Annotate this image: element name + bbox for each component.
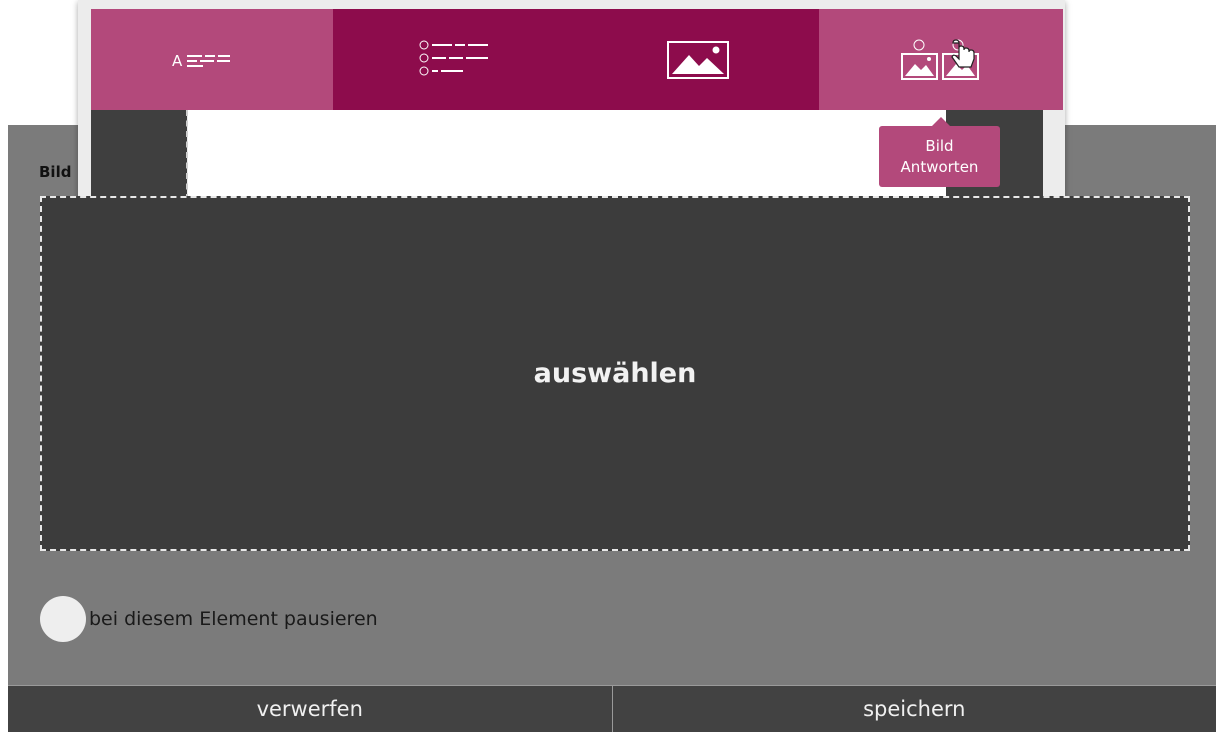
tab-text-answer[interactable]: A <box>91 9 333 110</box>
image-dropzone[interactable]: auswählen <box>40 196 1190 551</box>
dropzone-label: auswählen <box>534 358 697 389</box>
image-icon <box>667 41 729 79</box>
action-bar: verwerfen speichern <box>8 685 1216 732</box>
pause-label: bei diesem Element pausieren <box>89 608 378 630</box>
tab-image[interactable] <box>576 9 819 110</box>
tab-multiple-choice[interactable] <box>333 9 576 110</box>
popup-left-panel <box>91 110 187 200</box>
tooltip-line-1: Bild <box>879 136 1000 157</box>
popup-content-area <box>188 110 946 200</box>
tab-tooltip: Bild Antworten <box>879 126 1000 187</box>
tooltip-line-2: Antworten <box>879 157 1000 178</box>
tab-image-answers[interactable] <box>819 9 1063 110</box>
discard-button[interactable]: verwerfen <box>8 686 612 732</box>
save-button[interactable]: speichern <box>613 686 1216 732</box>
element-type-tabbar: A <box>91 9 1063 110</box>
image-answers-icon <box>899 37 983 83</box>
text-answer-glyph: A <box>172 52 183 70</box>
tooltip-arrow <box>932 117 950 126</box>
section-label: Bild <box>39 163 71 181</box>
pause-toggle[interactable] <box>40 596 86 642</box>
text-answer-icon: A <box>172 48 252 72</box>
multiple-choice-icon <box>419 40 491 80</box>
pause-option: bei diesem Element pausieren <box>40 595 378 643</box>
